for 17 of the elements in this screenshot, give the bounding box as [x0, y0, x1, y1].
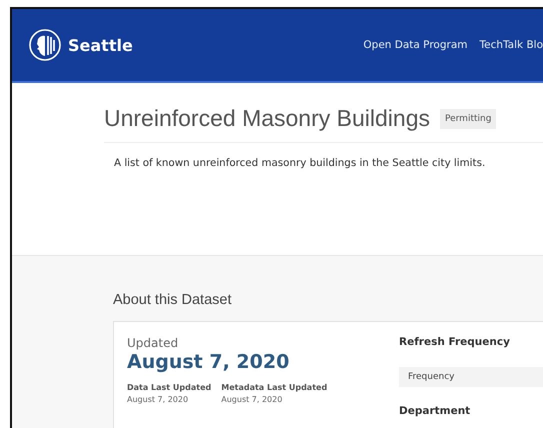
dataset-description: A list of known unreinforced masonry buildings in the Seattle city limits.	[114, 157, 486, 169]
category-tag[interactable]: Permitting	[440, 108, 496, 128]
table-row: Frequency	[399, 367, 543, 387]
section-heading: About this Dataset	[113, 292, 232, 308]
updated-label: Updated	[127, 336, 180, 350]
field-label: Department	[399, 405, 472, 417]
nav-link[interactable]: Open Data Program	[363, 39, 468, 51]
brand-link[interactable]: Seattle	[68, 36, 133, 54]
detail-label: Metadata Last Updated	[221, 383, 328, 392]
updated-date: August 7, 2020	[127, 351, 290, 373]
logo-icon	[29, 29, 61, 61]
detail-label: Data Last Updated	[127, 383, 212, 392]
detail-value: August 7, 2020	[127, 395, 190, 404]
nav-link[interactable]: TechTalk Blo	[479, 39, 543, 51]
field-label: Refresh Frequency	[399, 336, 511, 348]
dataset-title: Unreinforced Masonry Buildings	[104, 105, 430, 132]
detail-value: August 7, 2020	[221, 395, 284, 404]
